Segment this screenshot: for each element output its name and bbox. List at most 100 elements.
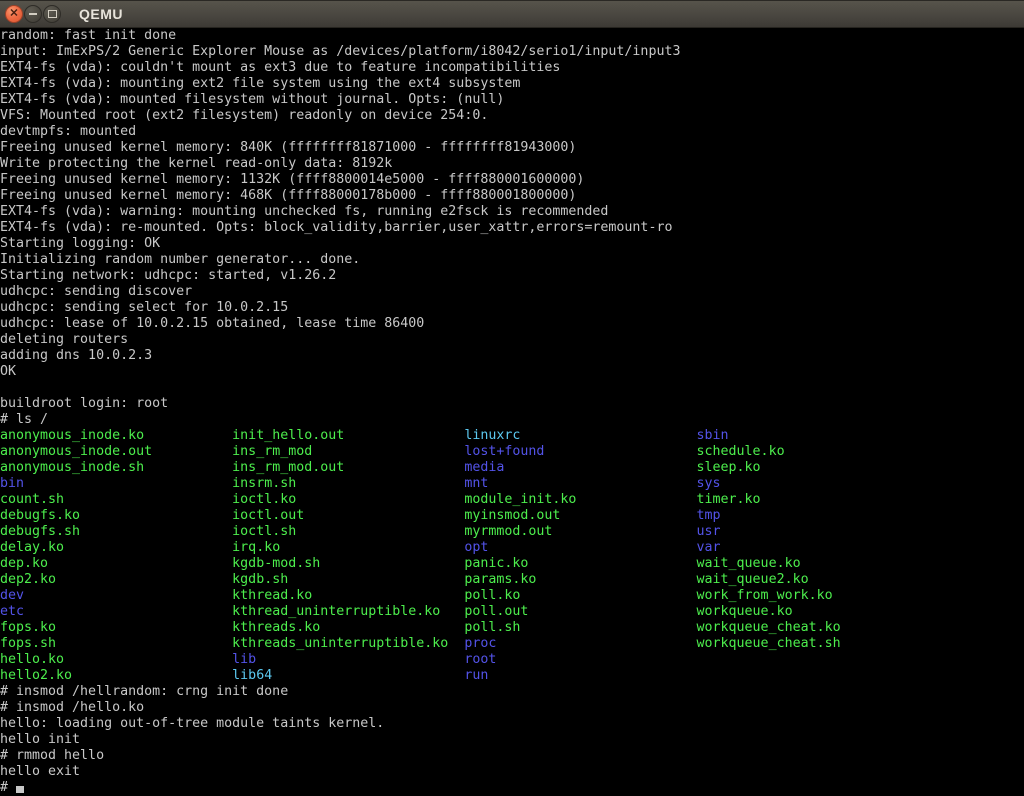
file-entry: anonymous_inode.out — [0, 444, 232, 459]
boot-line-text: input: ImExPS/2 Generic Explorer Mouse a… — [0, 44, 680, 59]
console-line: hello2.ko lib64 run — [0, 668, 1024, 684]
file-entry: lib64 — [232, 668, 464, 683]
boot-line-text: EXT4-fs (vda): warning: mounting uncheck… — [0, 204, 608, 219]
boot-line-text: udhcpc: sending discover — [0, 284, 192, 299]
console-screen[interactable]: random: fast init doneinput: ImExPS/2 Ge… — [0, 28, 1024, 796]
console-line: debugfs.sh ioctl.sh myrmmod.out usr — [0, 524, 1024, 540]
titlebar[interactable]: ✕ QEMU — [0, 0, 1024, 28]
console-line: Write protecting the kernel read-only da… — [0, 156, 1024, 172]
boot-line-text: udhcpc: sending select for 10.0.2.15 — [0, 300, 288, 315]
console-line: dep.ko kgdb-mod.sh panic.ko wait_queue.k… — [0, 556, 1024, 572]
minimize-button[interactable] — [24, 5, 42, 23]
shell-line-text: # insmod /hellrandom: crng init done — [0, 684, 288, 699]
console-line: udhcpc: sending discover — [0, 284, 1024, 300]
console-line: Starting logging: OK — [0, 236, 1024, 252]
file-entry: module_init.ko — [464, 492, 696, 507]
console-line: udhcpc: sending select for 10.0.2.15 — [0, 300, 1024, 316]
console-line: # ls / — [0, 412, 1024, 428]
boot-line-text: deleting routers — [0, 332, 128, 347]
close-button[interactable]: ✕ — [5, 5, 23, 23]
maximize-icon — [48, 10, 57, 18]
file-entry: panic.ko — [464, 556, 696, 571]
file-entry: debugfs.sh — [0, 524, 232, 539]
console-line: EXT4-fs (vda): mounted filesystem withou… — [0, 92, 1024, 108]
file-entry: poll.sh — [464, 620, 696, 635]
close-icon: ✕ — [9, 8, 18, 19]
file-entry: myinsmod.out — [464, 508, 696, 523]
console-line: Freeing unused kernel memory: 840K (ffff… — [0, 140, 1024, 156]
console-line: random: fast init done — [0, 28, 1024, 44]
console-line: Freeing unused kernel memory: 468K (ffff… — [0, 188, 1024, 204]
console-line: hello: loading out-of-tree module taints… — [0, 716, 1024, 732]
console-line: input: ImExPS/2 Generic Explorer Mouse a… — [0, 44, 1024, 60]
file-entry: count.sh — [0, 492, 232, 507]
file-entry: etc — [0, 604, 232, 619]
file-entry: media — [464, 460, 696, 475]
file-entry: anonymous_inode.sh — [0, 460, 232, 475]
shell-line-text: hello exit — [0, 764, 80, 779]
console-line: anonymous_inode.out ins_rm_mod lost+foun… — [0, 444, 1024, 460]
file-entry: kthreads.ko — [232, 620, 464, 635]
file-entry: dep2.ko — [0, 572, 232, 587]
cursor — [16, 786, 24, 793]
file-entry: lost+found — [464, 444, 696, 459]
boot-line-text: EXT4-fs (vda): re-mounted. Opts: block_v… — [0, 220, 672, 235]
file-entry: ins_rm_mod — [232, 444, 464, 459]
console-line: EXT4-fs (vda): mounting ext2 file system… — [0, 76, 1024, 92]
file-entry: poll.out — [464, 604, 696, 619]
maximize-button[interactable] — [43, 5, 61, 23]
file-entry: bin — [0, 476, 232, 491]
console-line: EXT4-fs (vda): warning: mounting uncheck… — [0, 204, 1024, 220]
boot-line-text: buildroot login: root — [0, 396, 168, 411]
file-entry: workqueue_cheat.sh — [697, 636, 841, 651]
console-line: count.sh ioctl.ko module_init.ko timer.k… — [0, 492, 1024, 508]
console-line: fops.ko kthreads.ko poll.sh workqueue_ch… — [0, 620, 1024, 636]
file-entry: workqueue_cheat.ko — [697, 620, 841, 635]
console-line: EXT4-fs (vda): couldn't mount as ext3 du… — [0, 60, 1024, 76]
boot-line-text: EXT4-fs (vda): mounted filesystem withou… — [0, 92, 504, 107]
file-entry: kgdb-mod.sh — [232, 556, 464, 571]
file-entry: irq.ko — [232, 540, 464, 555]
boot-line-text: udhcpc: lease of 10.0.2.15 obtained, lea… — [0, 316, 424, 331]
file-entry: lib — [232, 652, 464, 667]
console-line: devtmpfs: mounted — [0, 124, 1024, 140]
file-entry: mnt — [464, 476, 696, 491]
file-entry: ioctl.out — [232, 508, 464, 523]
file-entry: hello.ko — [0, 652, 232, 667]
file-entry: myrmmod.out — [464, 524, 696, 539]
console-line — [0, 380, 1024, 396]
file-entry: params.ko — [464, 572, 696, 587]
file-entry: root — [464, 652, 496, 667]
file-entry: wait_queue.ko — [697, 556, 801, 571]
console-line: OK — [0, 364, 1024, 380]
boot-line-text: Starting network: udhcpc: started, v1.26… — [0, 268, 336, 283]
file-entry: kgdb.sh — [232, 572, 464, 587]
minimize-icon — [29, 13, 37, 15]
boot-line-text: Write protecting the kernel read-only da… — [0, 156, 392, 171]
file-entry: dep.ko — [0, 556, 232, 571]
boot-line-text: Freeing unused kernel memory: 468K (ffff… — [0, 188, 576, 203]
boot-line-text: Initializing random number generator... … — [0, 252, 360, 267]
file-entry: ins_rm_mod.out — [232, 460, 464, 475]
console-line: # rmmod hello — [0, 748, 1024, 764]
file-entry: var — [697, 540, 721, 555]
boot-line-text: EXT4-fs (vda): mounting ext2 file system… — [0, 76, 520, 91]
console-line: debugfs.ko ioctl.out myinsmod.out tmp — [0, 508, 1024, 524]
boot-line-text: # ls / — [0, 412, 48, 427]
console-line: hello init — [0, 732, 1024, 748]
file-entry: ioctl.ko — [232, 492, 464, 507]
console-line: EXT4-fs (vda): re-mounted. Opts: block_v… — [0, 220, 1024, 236]
file-entry: timer.ko — [697, 492, 761, 507]
file-entry: run — [464, 668, 488, 683]
console-line: VFS: Mounted root (ext2 filesystem) read… — [0, 108, 1024, 124]
boot-line-text: Starting logging: OK — [0, 236, 160, 251]
shell-line-text: hello: loading out-of-tree module taints… — [0, 716, 384, 731]
file-entry: tmp — [697, 508, 721, 523]
file-entry: workqueue.ko — [697, 604, 793, 619]
file-entry: sleep.ko — [697, 460, 761, 475]
shell-line-text: hello init — [0, 732, 80, 747]
file-entry: anonymous_inode.ko — [0, 428, 232, 443]
console-line: Initializing random number generator... … — [0, 252, 1024, 268]
file-entry: linuxrc — [464, 428, 696, 443]
console-line: # — [0, 780, 1024, 796]
